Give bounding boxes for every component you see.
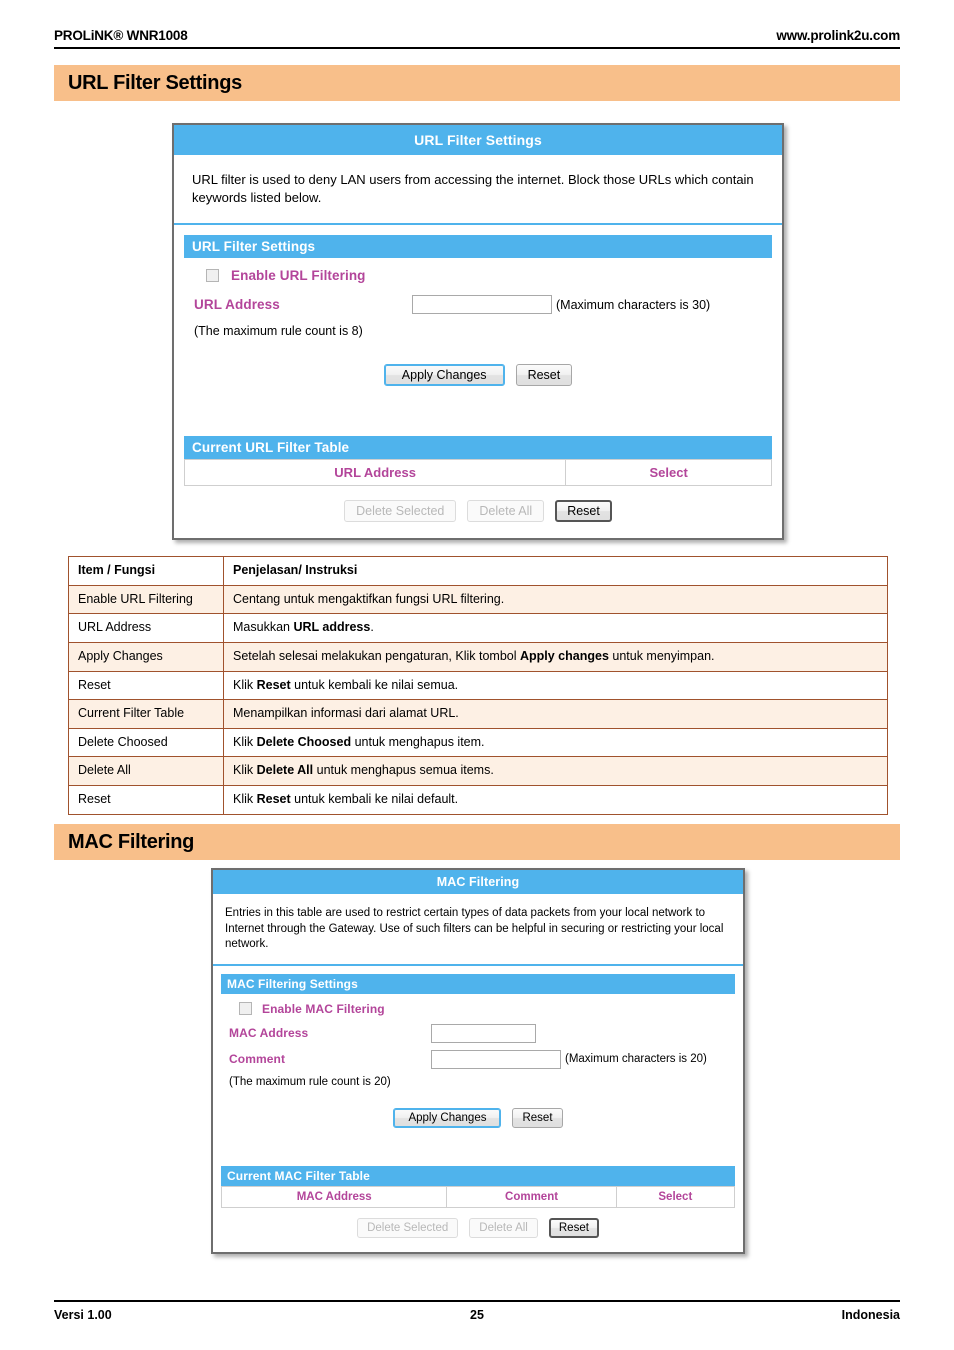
explanation-item-cell: Reset [68, 670, 224, 701]
table-row: URL Address Masukkan URL address. [68, 613, 888, 643]
section-title-mac-filtering: MAC Filtering [68, 830, 195, 853]
manual-page: PROLiNK® WNR1008 www.prolink2u.com URL F… [0, 0, 954, 1350]
mac-enable-row: Enable MAC Filtering [239, 1002, 735, 1016]
url-enable-row: Enable URL Filtering [206, 268, 772, 283]
col-comment: Comment [446, 1185, 617, 1208]
enable-url-filtering-checkbox[interactable] [206, 269, 219, 283]
table-row: Reset Klik Reset untuk kembali ke nilai s… [68, 670, 888, 701]
mac-delete-all-button[interactable]: Delete All [469, 1217, 538, 1238]
url-address-row: URL Address (Maximum characters is 30) [194, 295, 772, 315]
mac-delete-selected-button[interactable]: Delete Selected [357, 1217, 459, 1238]
mac-comment-row: Comment (Maximum characters is 20) [229, 1049, 735, 1069]
section-banner-url-filter: URL Filter Settings [54, 65, 900, 101]
mac-action-buttons: Apply Changes Reset [221, 1107, 735, 1128]
footer-version: Versi 1.00 [54, 1308, 112, 1322]
footer-language: Indonesia [841, 1308, 900, 1322]
mac-table-buttons: Delete Selected Delete All Reset [221, 1217, 735, 1238]
explanation-description-cell: Klik Reset untuk kembali ke nilai defaul… [223, 785, 888, 815]
url-filter-screenshot: URL Filter Settings URL filter is used t… [172, 123, 784, 541]
table-row: Reset Klik Reset untuk kembali ke nilai d… [68, 785, 888, 815]
url-panel-description: URL filter is used to deny LAN users fro… [174, 155, 782, 226]
table-row: Apply Changes Setelah selesai melakukan p… [68, 641, 888, 672]
mac-comment-input[interactable] [431, 1049, 561, 1069]
table-row: Current Filter Table Menampilkan informas… [68, 699, 888, 729]
footer-page-number: 25 [470, 1308, 484, 1322]
mac-address-row: MAC Address [229, 1023, 735, 1043]
table-row: Enable URL Filtering Centang untuk mengak… [68, 584, 888, 615]
explanation-description-cell: Centang untuk mengaktifkan fungsi URL fi… [223, 584, 888, 615]
mac-filter-table-bar: Current MAC Filter Table [221, 1165, 735, 1186]
col-url-address: URL Address [183, 459, 567, 487]
url-address-hint: (Maximum characters is 30) [556, 297, 711, 312]
explanation-item-cell: Delete Choosed [68, 727, 224, 758]
table-header-row: URL Address Select [183, 459, 772, 487]
explanation-description-cell: Klik Delete All untuk menghapus semua it… [223, 756, 888, 786]
explanation-description-cell: Setelah selesai melakukan pengaturan, Kl… [223, 641, 888, 672]
url-filter-table-bar: Current URL Filter Table [184, 436, 772, 460]
current-url-filter-table: URL Address Select [183, 459, 772, 487]
mac-apply-changes-button[interactable]: Apply Changes [393, 1107, 502, 1128]
url-panel-title: URL Filter Settings [174, 125, 782, 155]
table-row: Delete All Klik Delete All untuk menghapu… [68, 756, 888, 786]
enable-mac-filtering-label: Enable MAC Filtering [262, 1001, 385, 1016]
explanation-table: Item / Fungsi Penjelasan/ Instruksi Enable… [68, 556, 888, 815]
explanation-description-cell: Menampilkan informasi dari alamat URL. [223, 699, 888, 729]
col-select: Select [615, 1185, 736, 1208]
explanation-item-cell: Reset [68, 785, 224, 815]
mac-settings-bar: MAC Filtering Settings [221, 973, 735, 994]
document-footer: Versi 1.00 25 Indonesia [54, 1300, 900, 1322]
explanation-item-cell: URL Address [68, 613, 224, 643]
explanation-col-description: Penjelasan/ Instruksi [223, 556, 888, 586]
explanation-description-cell: Masukkan URL address. [223, 613, 888, 643]
mac-address-input[interactable] [431, 1023, 536, 1043]
url-reset-button[interactable]: Reset [515, 364, 573, 387]
url-address-label: URL Address [194, 297, 280, 313]
explanation-item-cell: Delete All [68, 756, 224, 786]
website-url: www.prolink2u.com [776, 28, 900, 43]
url-action-buttons: Apply Changes Reset [184, 364, 772, 387]
url-table-buttons: Delete Selected Delete All Reset [184, 500, 772, 523]
url-apply-changes-button[interactable]: Apply Changes [383, 364, 505, 387]
enable-mac-filtering-checkbox[interactable] [239, 1002, 252, 1016]
table-row: Delete Choosed Klik Delete Choosed untuk … [68, 727, 888, 758]
explanation-item-cell: Enable URL Filtering [68, 584, 224, 615]
url-delete-selected-button[interactable]: Delete Selected [344, 500, 457, 523]
current-mac-filter-table: MAC Address Comment Select [220, 1185, 736, 1208]
col-select: Select [565, 459, 772, 487]
col-mac-address: MAC Address [220, 1185, 448, 1208]
mac-reset-button[interactable]: Reset [512, 1107, 563, 1128]
url-delete-all-button[interactable]: Delete All [467, 500, 545, 523]
product-name: PROLiNK® WNR1008 [54, 28, 188, 43]
explanation-item-cell: Apply Changes [68, 641, 224, 672]
enable-url-filtering-label: Enable URL Filtering [231, 268, 366, 284]
section-title-url-filter: URL Filter Settings [68, 71, 242, 94]
url-address-input[interactable] [412, 295, 552, 315]
mac-rule-count-note: (The maximum rule count is 20) [229, 1075, 391, 1088]
explanation-table-body: Item / Fungsi Penjelasan/ Instruksi Enable… [68, 556, 888, 815]
explanation-item-cell: Current Filter Table [68, 699, 224, 729]
mac-comment-label: Comment [229, 1052, 286, 1067]
url-settings-bar: URL Filter Settings [184, 235, 772, 259]
section-banner-mac-filtering: MAC Filtering [54, 824, 900, 860]
url-rule-count-note: (The maximum rule count is 8) [194, 324, 363, 339]
explanation-header-row: Item / Fungsi Penjelasan/ Instruksi [68, 556, 888, 586]
explanation-description-cell: Klik Reset untuk kembali ke nilai semua. [223, 670, 888, 701]
mac-filtering-screenshot: MAC Filtering Entries in this table are … [211, 868, 745, 1254]
mac-address-label: MAC Address [229, 1026, 309, 1041]
mac-panel-description: Entries in this table are used to restri… [213, 894, 743, 966]
mac-table-reset-button[interactable]: Reset [548, 1217, 599, 1238]
mac-panel-title: MAC Filtering [213, 870, 743, 894]
mac-comment-hint: (Maximum characters is 20) [565, 1053, 707, 1066]
table-header-row: MAC Address Comment Select [220, 1185, 736, 1208]
document-header: PROLiNK® WNR1008 www.prolink2u.com [54, 0, 900, 49]
explanation-col-item: Item / Fungsi [68, 556, 224, 586]
explanation-description-cell: Klik Delete Choosed untuk menghapus item… [223, 727, 888, 758]
explanation-table-wrapper: Item / Fungsi Penjelasan/ Instruksi Enable… [68, 556, 888, 815]
url-table-reset-button[interactable]: Reset [555, 500, 612, 523]
